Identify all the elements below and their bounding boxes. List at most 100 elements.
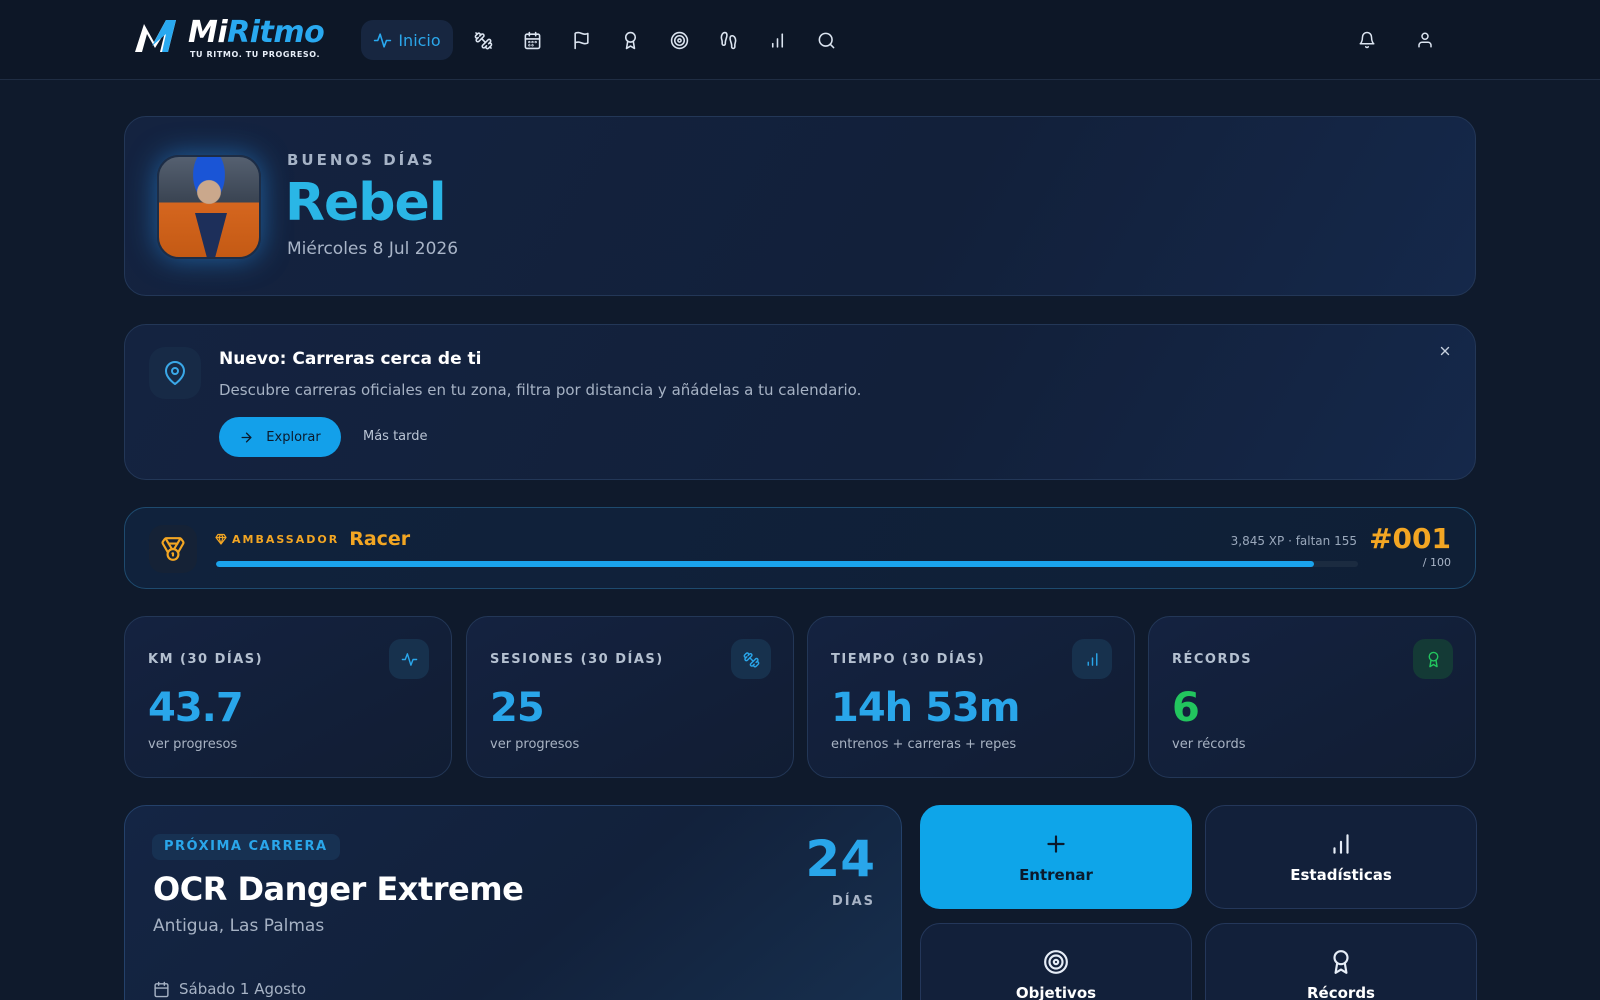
close-icon [1440, 346, 1450, 356]
medal-badge [149, 525, 197, 573]
race-days-label: DÍAS [831, 894, 875, 909]
bell-icon [1359, 31, 1375, 49]
stat-label: TIEMPO (30 DÍAS) [831, 652, 986, 667]
notifications-button[interactable] [1347, 20, 1387, 60]
search-icon [818, 32, 834, 48]
nav-item-inicio[interactable]: Inicio [361, 20, 453, 60]
next-race-card[interactable]: PRÓXIMA CARRERA OCR Danger Extreme Antig… [124, 805, 902, 1000]
top-right-actions [1329, 20, 1445, 60]
stat-label: SESIONES (30 DÍAS) [490, 652, 664, 667]
greeting-card: BUENOS DÍAS Rebel Miércoles 8 Jul 2026 [124, 116, 1476, 296]
stat-label: RÉCORDS [1172, 652, 1253, 667]
current-date: Miércoles 8 Jul 2026 [287, 239, 459, 259]
race-location: Antigua, Las Palmas [153, 916, 325, 936]
nav-item-training[interactable] [463, 20, 503, 60]
banner-description: Descubre carreras oficiales en tu zona, … [219, 381, 862, 399]
brand-tagline: TU RITMO. TU PROGRESO. [190, 50, 321, 59]
profile-button[interactable] [1405, 20, 1445, 60]
nav-item-records[interactable] [610, 20, 650, 60]
brand-name-part1: Mi [188, 15, 228, 50]
nav-item-label: Inicio [398, 30, 441, 50]
close-banner-button[interactable] [1433, 339, 1457, 363]
nav-item-search[interactable] [806, 20, 846, 60]
avatar[interactable] [157, 155, 261, 259]
statistics-button[interactable]: Estadísticas [1205, 805, 1477, 909]
xp-progress-fill [216, 561, 1314, 567]
target-icon [670, 31, 688, 49]
nav-item-races[interactable] [561, 20, 601, 60]
target-icon [1044, 949, 1068, 974]
calendar-icon [154, 981, 169, 997]
stat-icon-badge [731, 639, 771, 679]
stat-sub: ver récords [1172, 737, 1246, 752]
plus-icon [1047, 834, 1065, 853]
nav-item-steps[interactable] [708, 20, 748, 60]
brand-logo[interactable]: MiRitmo TU RITMO. TU PROGRESO. [132, 15, 325, 62]
stat-card-km[interactable]: KM (30 DÍAS) 43.7 ver progresos [124, 616, 452, 778]
stat-icon-badge [1072, 639, 1112, 679]
nav-item-goals[interactable] [659, 20, 699, 60]
stat-card-records[interactable]: RÉCORDS 6 ver récords [1148, 616, 1476, 778]
race-date: Sábado 1 Agosto [153, 980, 306, 998]
stat-card-sessions[interactable]: SESIONES (30 DÍAS) 25 ver progresos [466, 616, 794, 778]
race-name: OCR Danger Extreme [153, 870, 524, 908]
award-icon [1333, 949, 1349, 974]
announcement-banner: Nuevo: Carreras cerca de ti Descubre car… [124, 324, 1476, 480]
records-button[interactable]: Récords [1205, 923, 1477, 1000]
medal-icon [161, 537, 185, 561]
footprints-icon [720, 31, 736, 49]
greeting-kicker: BUENOS DÍAS [287, 151, 436, 169]
ranking-total: / 100 [1422, 556, 1451, 569]
explore-button[interactable]: Explorar [219, 417, 341, 457]
stat-label: KM (30 DÍAS) [148, 652, 264, 667]
stat-icon-badge [389, 639, 429, 679]
train-button[interactable]: Entrenar [920, 805, 1192, 909]
quick-action-label: Récords [1307, 983, 1375, 1000]
later-button[interactable]: Más tarde [363, 417, 428, 457]
activity-icon [374, 32, 392, 48]
arrow-right-icon [241, 432, 252, 442]
rank-label: Racer [349, 528, 411, 550]
logo-mark-icon [135, 20, 176, 52]
stat-value: 43.7 [148, 685, 244, 731]
tier-info: AMBASSADOR Racer [215, 528, 410, 550]
quick-action-label: Entrenar [1019, 865, 1093, 884]
xp-progress-bar [216, 561, 1358, 567]
bar-chart-icon [1333, 833, 1349, 854]
stat-card-time[interactable]: TIEMPO (30 DÍAS) 14h 53m entrenos + carr… [807, 616, 1135, 778]
top-navigation-bar: MiRitmo TU RITMO. TU PROGRESO. Inicio [0, 0, 1600, 80]
activity-icon [401, 652, 417, 666]
map-pin-icon [165, 361, 185, 385]
race-date-text: Sábado 1 Agosto [179, 980, 307, 998]
nav-item-stats[interactable] [757, 20, 797, 60]
goals-button[interactable]: Objetivos [920, 923, 1192, 1000]
user-icon [1418, 32, 1432, 48]
ranking-number: #001 [1369, 522, 1451, 555]
dumbbell-icon [743, 651, 759, 667]
dumbbell-icon [474, 31, 492, 49]
main-nav: Inicio [361, 20, 855, 60]
flag-icon [573, 31, 589, 49]
stat-value: 25 [490, 685, 545, 731]
banner-title: Nuevo: Carreras cerca de ti [219, 349, 482, 369]
bar-chart-icon [771, 32, 783, 48]
level-progress-card[interactable]: AMBASSADOR Racer 3,845 XP · faltan 155 #… [124, 507, 1476, 589]
gem-icon [215, 533, 227, 545]
quick-action-label: Estadísticas [1290, 865, 1392, 884]
stat-icon-badge [1413, 639, 1453, 679]
explore-button-label: Explorar [266, 429, 321, 445]
race-tag: PRÓXIMA CARRERA [152, 834, 340, 860]
xp-meta: 3,845 XP · faltan 155 [1230, 534, 1357, 548]
bar-chart-icon [1087, 652, 1097, 666]
brand-name-part2: Ritmo [227, 15, 325, 50]
tier-label: AMBASSADOR [232, 532, 340, 546]
stat-value: 6 [1172, 685, 1200, 731]
award-icon [624, 31, 636, 49]
quick-action-label: Objetivos [1015, 983, 1097, 1000]
race-days-count: 24 [805, 830, 875, 888]
award-icon [1428, 651, 1438, 667]
stat-sub: entrenos + carreras + repes [831, 737, 1017, 752]
stat-value: 14h 53m [831, 685, 1020, 731]
stat-sub: ver progresos [490, 737, 580, 752]
nav-item-calendar[interactable] [512, 20, 552, 60]
